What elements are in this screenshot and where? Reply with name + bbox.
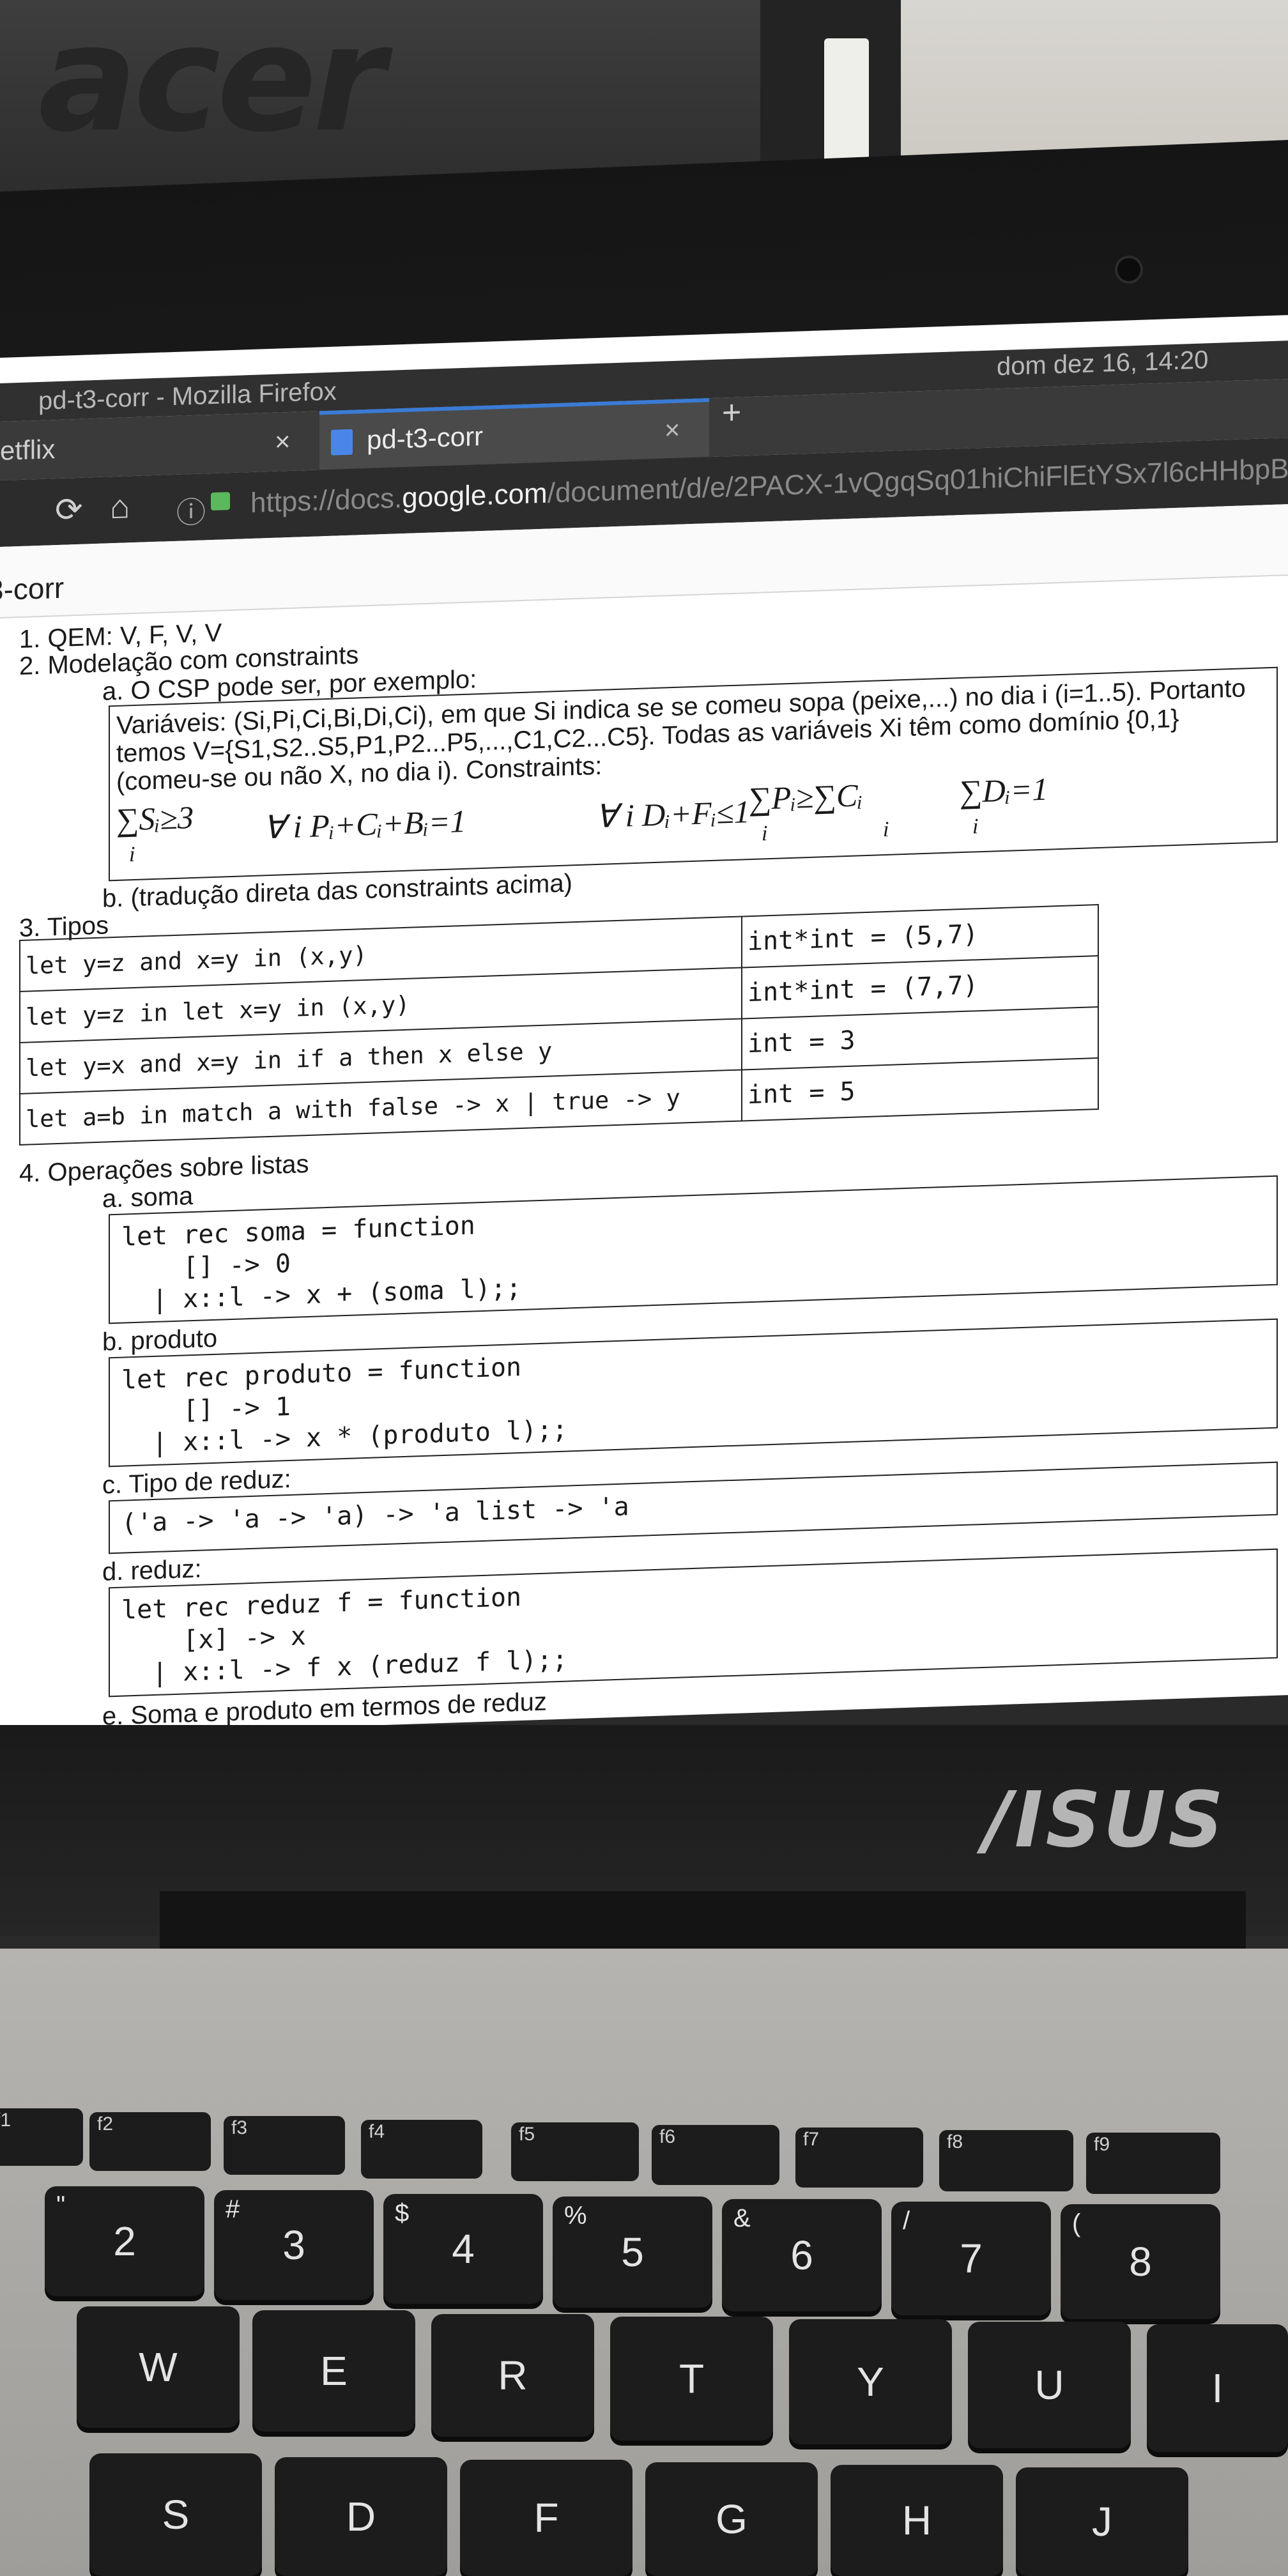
code-box-soma: let rec soma = function [] -> 0 | x::l -… — [109, 1175, 1278, 1324]
google-docs-icon — [331, 429, 353, 456]
key-3[interactable]: #3 — [214, 2190, 374, 2300]
home-icon[interactable]: ⌂ — [110, 487, 130, 526]
system-clock[interactable]: dom dez 16, 14:20 — [997, 346, 1208, 381]
key-h[interactable]: H — [831, 2465, 1003, 2576]
window-title: pd-t3-corr - Mozilla Firefox — [38, 377, 337, 416]
key-7[interactable]: /7 — [891, 2202, 1051, 2315]
key-d[interactable]: D — [275, 2457, 447, 2576]
lock-icon[interactable] — [211, 492, 230, 511]
key-t[interactable]: T — [610, 2317, 773, 2441]
key-f3[interactable]: f3 — [224, 2116, 345, 2175]
answer-4d-heading: d. reduz: — [102, 1554, 202, 1586]
constraint-sum-p-c: ∑Pᵢ≥∑Cᵢ — [749, 777, 863, 817]
sum-index: i — [129, 842, 135, 867]
keyboard-deck: f1 f2 f3 f4 f5 f6 f7 f8 f9 "2 #3 $4 %5 &… — [0, 1949, 1288, 2576]
code-box-reduz: let rec reduz f = function [x] -> x | x:… — [109, 1548, 1278, 1698]
key-e[interactable]: E — [252, 2310, 415, 2432]
key-f4[interactable]: f4 — [361, 2120, 482, 2179]
answer-4b-heading: b. produto — [102, 1324, 218, 1356]
url-host: google.com — [402, 477, 548, 514]
monitor-brand-logo: acer — [38, 0, 385, 165]
code-soma: let rec soma = function [] -> 0 | x::l -… — [121, 1211, 522, 1315]
constraint-sum-s: ∑Sᵢ≥3 — [116, 799, 194, 838]
key-r[interactable]: R — [431, 2314, 594, 2437]
key-i[interactable]: I — [1147, 2324, 1288, 2452]
key-5[interactable]: % 5 — [553, 2196, 712, 2308]
key-f8[interactable]: f8 — [939, 2130, 1073, 2191]
code-tipo: ('a -> 'a -> 'a) -> 'a list -> 'a — [121, 1492, 629, 1538]
tab-label: etflix — [0, 434, 56, 466]
url-prefix: https://docs. — [250, 482, 402, 519]
key-f2[interactable]: f2 — [89, 2112, 211, 2171]
sum-index: i — [883, 817, 889, 842]
tab-label: pd-t3-corr — [367, 420, 484, 455]
reload-icon[interactable]: ⟳ — [55, 491, 83, 530]
key-4[interactable]: $4 — [383, 2194, 543, 2304]
constraint-sum-d: ∑Dᵢ=1 — [960, 770, 1048, 810]
answer-4a-heading: a. soma — [102, 1181, 194, 1213]
document-title: 3-corr — [0, 571, 65, 607]
laptop-brand-logo: /ISUS — [984, 1776, 1226, 1865]
new-tab-button[interactable]: + — [722, 394, 741, 433]
laptop-screen: pd-t3-corr - Mozilla Firefox dom dez 16,… — [0, 315, 1288, 1738]
key-f6[interactable]: f6 — [652, 2125, 779, 2185]
key-6[interactable]: & 6 — [722, 2199, 882, 2312]
sum-index: i — [762, 822, 768, 846]
code-produto: let rec produto = function [] -> 1 | x::… — [121, 1352, 568, 1459]
webcam — [1115, 256, 1143, 284]
constraint-p-c-b: ∀ i Pᵢ+Cᵢ+Bᵢ=1 — [263, 802, 466, 846]
key-f7[interactable]: f7 — [795, 2128, 923, 2188]
key-s[interactable]: S — [89, 2453, 262, 2576]
key-g[interactable]: G — [645, 2462, 818, 2576]
type-result: int = 5 — [742, 1057, 1098, 1121]
key-f1[interactable]: f1 — [0, 2108, 83, 2166]
key-f9[interactable]: f9 — [1086, 2133, 1220, 2194]
url-path: /document/d/e/2PACX-1vQgqSq01hiChiFlEtYS… — [547, 451, 1288, 509]
key-2[interactable]: " 2 — [45, 2186, 204, 2296]
key-y[interactable]: Y — [789, 2319, 952, 2444]
tab-netflix[interactable]: etflix × — [0, 411, 307, 480]
key-8[interactable]: (8 — [1061, 2204, 1220, 2319]
types-table: let y=z and x=y in (x,y) int*int = (5,7)… — [19, 904, 1099, 1146]
close-icon[interactable]: × — [275, 412, 291, 471]
key-u[interactable]: U — [968, 2322, 1131, 2448]
sum-index: i — [972, 815, 979, 839]
constraint-d-f: ∀ i Dᵢ+Fᵢ≤1 — [595, 793, 750, 835]
code-box-produto: let rec produto = function [] -> 1 | x::… — [109, 1318, 1278, 1468]
info-icon[interactable]: ⓘ — [176, 489, 206, 532]
key-f5[interactable]: f5 — [511, 2122, 639, 2181]
close-icon[interactable]: × — [664, 401, 680, 460]
key-j[interactable]: J — [1016, 2467, 1188, 2576]
code-reduz: let rec reduz f = function [x] -> x | x:… — [121, 1582, 568, 1689]
key-w[interactable]: W — [77, 2306, 240, 2428]
key-f[interactable]: F — [460, 2460, 632, 2576]
